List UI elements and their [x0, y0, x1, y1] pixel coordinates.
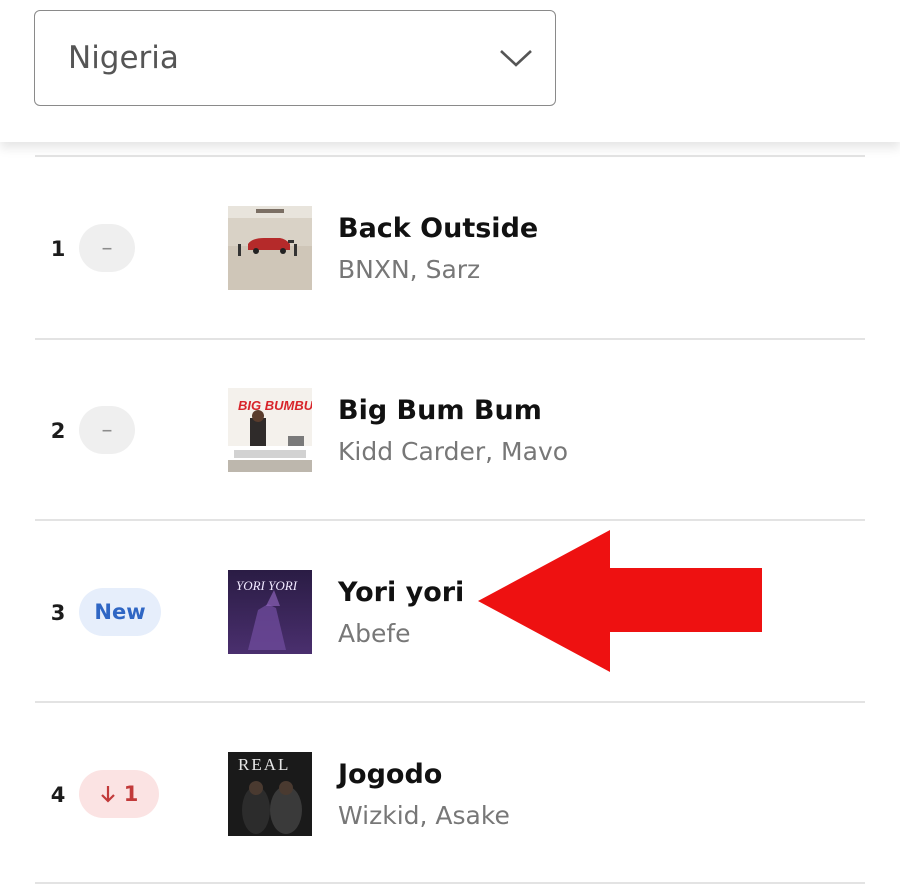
rank-number: 4 — [50, 783, 66, 807]
song-artists: Kidd Carder, Mavo — [338, 437, 569, 466]
song-title: Back Outside — [338, 213, 539, 244]
rank-number: 1 — [50, 237, 66, 261]
song-title: Jogodo — [338, 759, 443, 790]
divider — [35, 155, 865, 157]
album-art-back-outside — [228, 206, 312, 290]
song-artists: Abefe — [338, 619, 411, 648]
new-entry-badge: New — [79, 588, 161, 636]
svg-text:YORI YORI: YORI YORI — [236, 578, 298, 593]
divider — [35, 519, 865, 521]
red-arrow-annotation-icon — [478, 530, 762, 672]
divider — [35, 701, 865, 703]
chevron-down-icon — [500, 50, 532, 67]
album-art-yori-yori: YORI YORI — [228, 570, 312, 654]
rank-number: 2 — [50, 419, 66, 443]
rank-change-badge: 1 — [79, 770, 159, 818]
divider — [35, 882, 865, 884]
arrow-down-icon — [100, 786, 115, 803]
album-art-big-bum-bum: BIG BUMBUM — [228, 388, 312, 472]
chart-row[interactable]: 4 1 REAL Jogodo Wizkid, Asake — [0, 704, 900, 884]
svg-text:BIG BUMBUM: BIG BUMBUM — [238, 398, 312, 413]
rank-change-badge: – — [79, 224, 135, 272]
chart-row[interactable]: 1 – Back Outside BNXN, Sarz — [0, 158, 900, 338]
rank-change-badge: – — [79, 406, 135, 454]
album-art-jogodo: REAL — [228, 752, 312, 836]
song-artists: Wizkid, Asake — [338, 801, 510, 830]
country-dropdown[interactable]: Nigeria — [34, 10, 556, 106]
song-artists: BNXN, Sarz — [338, 255, 481, 284]
header: Nigeria — [0, 0, 900, 142]
rank-change-value: 1 — [123, 782, 139, 806]
song-title: Big Bum Bum — [338, 395, 542, 426]
chart-row[interactable]: 3 New YORI YORI Yori yori Abefe — [0, 522, 900, 702]
rank-number: 3 — [50, 601, 66, 625]
svg-text:REAL: REAL — [238, 755, 290, 774]
country-dropdown-value: Nigeria — [68, 40, 179, 76]
song-title: Yori yori — [338, 577, 465, 608]
chart-row[interactable]: 2 – BIG BUMBUM Big Bum Bum Kidd Carder, … — [0, 340, 900, 520]
